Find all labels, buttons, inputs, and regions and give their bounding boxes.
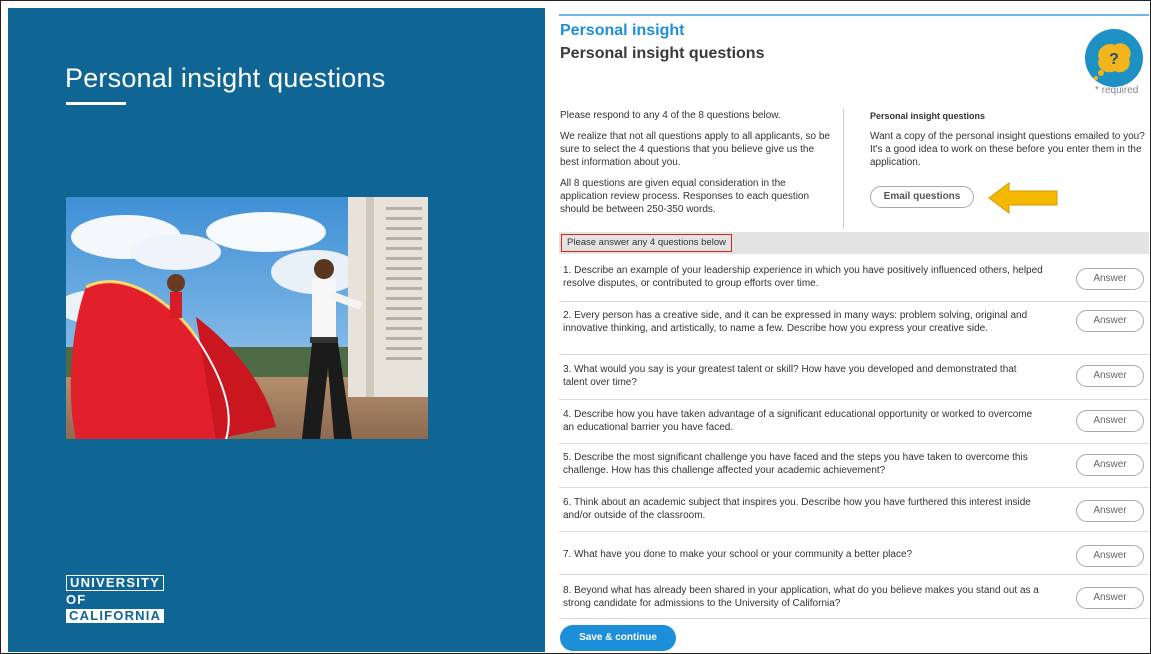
intro-text: Please respond to any 4 of the 8 questio… [560, 109, 835, 224]
email-questions-button[interactable]: Email questions [870, 186, 974, 208]
question-row-5: 5. Describe the most significant challen… [559, 444, 1149, 488]
top-rule [559, 14, 1149, 16]
answer-button[interactable]: Answer [1076, 268, 1144, 290]
intro-p2: We realize that not all questions apply … [560, 131, 830, 168]
required-note: * required [1095, 85, 1139, 96]
question-row-3: 3. What would you say is your greatest t… [559, 355, 1149, 400]
question-text: 1. Describe an example of your leadershi… [563, 265, 1043, 289]
question-row-7: 7. What have you done to make your schoo… [559, 532, 1149, 575]
question-text: 4. Describe how you have taken advantage… [563, 409, 1033, 433]
title-underline [66, 102, 126, 105]
svg-text:?: ? [1109, 51, 1119, 68]
question-text: 5. Describe the most significant challen… [563, 452, 1028, 476]
email-panel-text: Want a copy of the personal insight ques… [870, 131, 1145, 168]
question-row-4: 4. Describe how you have taken advantage… [559, 400, 1149, 444]
question-text: 2. Every person has a creative side, and… [563, 310, 1028, 334]
answer-button[interactable]: Answer [1076, 500, 1144, 522]
slide-title: Personal insight questions [65, 63, 386, 93]
question-row-2: 2. Every person has a creative side, and… [559, 302, 1149, 355]
uc-logo-line3: CALIFORNIA [66, 609, 165, 623]
question-text: 3. What would you say is your greatest t… [563, 364, 1017, 388]
questions-header: Please answer any 4 questions below [559, 232, 1149, 254]
question-text: 6. Think about an academic subject that … [563, 497, 1031, 521]
questions-header-label: Please answer any 4 questions below [561, 234, 732, 252]
vertical-divider [843, 109, 844, 229]
question-row-6: 6. Think about an academic subject that … [559, 488, 1149, 532]
uc-logo-line1: UNIVERSITY [66, 575, 165, 591]
intro-p1: Please respond to any 4 of the 8 questio… [560, 110, 781, 121]
uc-logo-line2: OF [66, 592, 87, 607]
intro-p3: All 8 questions are given equal consider… [560, 178, 810, 215]
page-title: Personal insight questions [560, 45, 765, 62]
application-form: Personal insight Personal insight questi… [559, 14, 1149, 654]
dancers-photo [66, 197, 428, 439]
answer-button[interactable]: Answer [1076, 545, 1144, 567]
question-bubble-icon: ? [1085, 29, 1143, 87]
question-text: 7. What have you done to make your schoo… [563, 549, 913, 560]
question-text: 8. Beyond what has already been shared i… [563, 585, 1039, 609]
email-panel: Personal insight questions Want a copy o… [870, 110, 1145, 169]
question-row-1: 1. Describe an example of your leadershi… [559, 256, 1149, 302]
answer-button[interactable]: Answer [1076, 587, 1144, 609]
arrow-left-icon [988, 182, 1058, 214]
question-row-8: 8. Beyond what has already been shared i… [559, 575, 1149, 619]
uc-logo: UNIVERSITY OF CALIFORNIA [66, 574, 165, 625]
answer-button[interactable]: Answer [1076, 454, 1144, 476]
answer-button[interactable]: Answer [1076, 365, 1144, 387]
section-label: Personal insight [560, 22, 685, 39]
answer-button[interactable]: Answer [1076, 410, 1144, 432]
left-panel: Personal insight questions UNIVERSITY OF… [8, 8, 545, 652]
answer-button[interactable]: Answer [1076, 310, 1144, 332]
save-continue-button[interactable]: Save & continue [560, 625, 676, 651]
email-panel-heading: Personal insight questions [870, 111, 986, 121]
